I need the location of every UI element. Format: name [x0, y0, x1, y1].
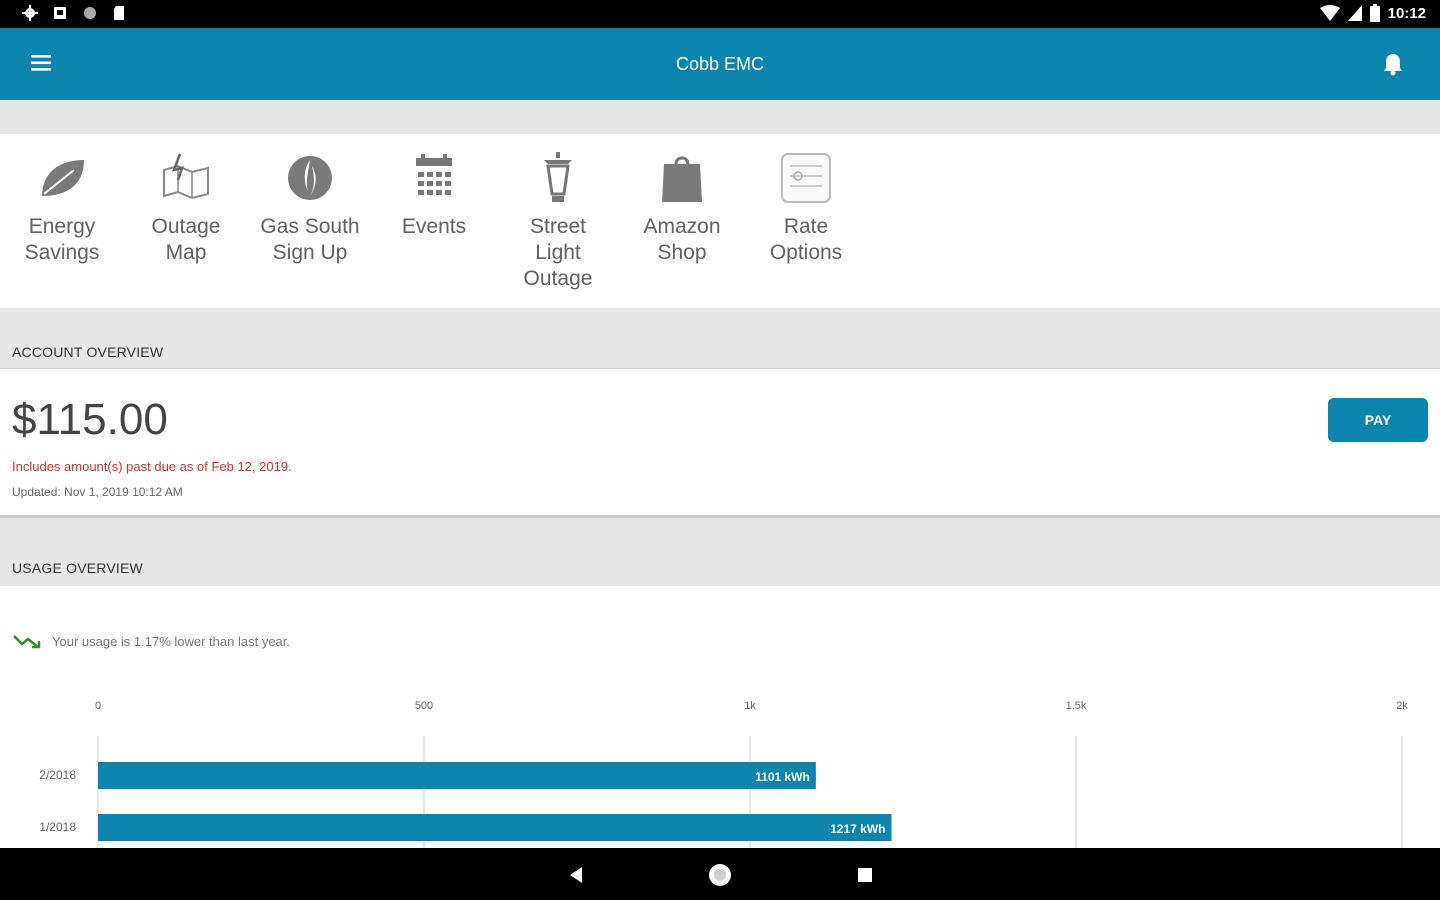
past-due-note: Includes amount(s) past due as of Feb 12… [12, 459, 292, 474]
account-overview-card: $115.00 Includes amount(s) past due as o… [0, 368, 1440, 518]
usage-bar-chart: 0 500 1k 1.5k 2k 2/2018 1101 kWh 1/2018 1217 kWh [39, 700, 1408, 848]
usage-bar [98, 814, 892, 841]
recents-icon[interactable] [852, 862, 878, 888]
bar-value-label: 1217 kWh [830, 822, 885, 836]
top-spacer [0, 100, 1440, 134]
usage-overview-card: Your usage is 1.17% lower than last year… [0, 586, 1440, 848]
quick-link-label: Energy Savings [24, 215, 100, 264]
signal-icon [1347, 5, 1362, 21]
battery-icon [1369, 4, 1380, 22]
leaf-icon [42, 160, 84, 196]
quick-link-outage-map[interactable]: Outage Map [124, 150, 248, 266]
quick-link-rate-options[interactable]: Rate Options [744, 150, 868, 266]
quick-link-street-light-outage[interactable]: Street Light Outage [496, 150, 620, 292]
updated-timestamp: Updated: Nov 1, 2019 10:12 AM [12, 485, 183, 499]
quick-link-label: Rate Options [769, 215, 843, 264]
pay-button[interactable]: PAY [1328, 398, 1428, 442]
home-icon[interactable] [707, 862, 733, 888]
balance-amount: $115.00 [12, 395, 168, 444]
x-tick-label: 2k [1396, 700, 1408, 712]
account-overview-header: ACCOUNT OVERVIEW [0, 308, 1440, 368]
quick-link-label: Events [401, 215, 467, 238]
bell-icon[interactable] [1382, 52, 1404, 76]
quick-link-gas-south[interactable]: Gas South Sign Up [248, 150, 372, 266]
gas-flame-icon [288, 156, 332, 200]
sdcard-icon [114, 6, 124, 20]
usage-overview-header: USAGE OVERVIEW [0, 518, 1440, 586]
x-tick-label: 1k [744, 700, 756, 712]
system-nav-bar [0, 848, 1440, 900]
quick-link-label: Street Light Outage [523, 215, 593, 290]
quick-link-energy-savings[interactable]: Energy Savings [0, 150, 124, 266]
usage-bar [98, 762, 816, 789]
quick-link-events[interactable]: Events [372, 150, 496, 240]
usage-overview-heading: USAGE OVERVIEW [12, 560, 143, 576]
wifi-icon [1319, 5, 1340, 21]
rate-options-icon [781, 153, 831, 203]
quick-link-label: Amazon Shop [643, 215, 721, 264]
circle-icon [84, 7, 96, 19]
status-bar: 10:12 [0, 0, 1440, 28]
x-tick-label: 0 [95, 700, 101, 712]
x-tick-label: 1.5k [1066, 700, 1087, 712]
account-overview-heading: ACCOUNT OVERVIEW [12, 344, 164, 360]
status-time: 10:12 [1387, 4, 1426, 22]
map-icon [163, 153, 209, 200]
quick-links-bar: Energy Savings Outage Map Gas South Sign… [0, 134, 1440, 308]
calendar-icon [416, 154, 452, 195]
bar-value-label: 1101 kWh [755, 770, 810, 784]
settings-icon [22, 5, 38, 21]
app-title: Cobb EMC [675, 54, 765, 74]
quick-link-label: Outage Map [151, 215, 221, 264]
category-label: 2/2018 [39, 768, 76, 782]
shopping-bag-icon [662, 156, 702, 202]
quick-link-amazon-shop[interactable]: Amazon Shop [620, 150, 744, 266]
quick-link-label: Gas South Sign Up [260, 215, 360, 264]
app-bar: Cobb EMC [0, 28, 1440, 100]
street-light-icon [544, 152, 572, 202]
category-label: 1/2018 [39, 820, 76, 834]
x-tick-label: 500 [415, 700, 433, 712]
photo-icon [54, 7, 66, 19]
back-icon[interactable] [563, 862, 589, 888]
